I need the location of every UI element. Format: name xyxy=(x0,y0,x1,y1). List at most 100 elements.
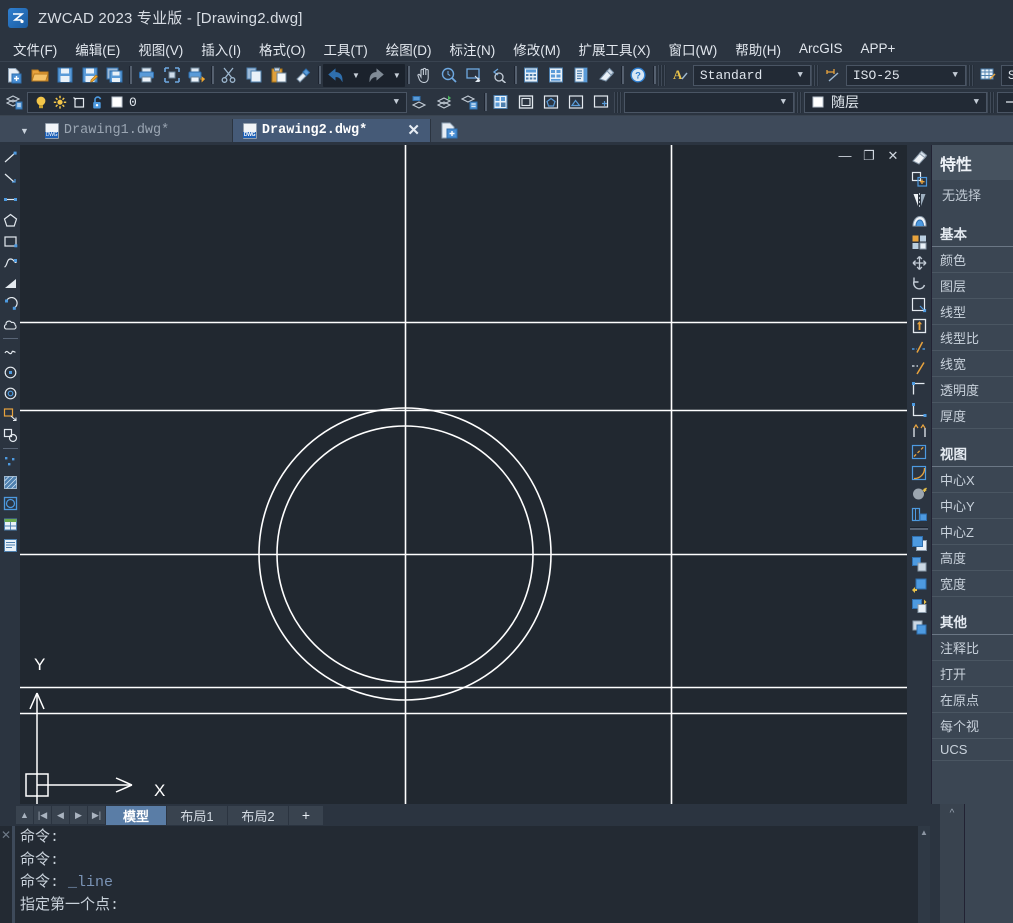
bring-above-object-icon[interactable] xyxy=(908,574,930,595)
menu-tools[interactable]: 工具(T) xyxy=(315,36,377,62)
layer-match-icon[interactable] xyxy=(457,91,482,114)
dim-style-icon[interactable] xyxy=(821,64,846,87)
explode-icon[interactable] xyxy=(908,483,930,504)
send-below-object-icon[interactable] xyxy=(908,595,930,616)
scale-icon[interactable] xyxy=(908,294,930,315)
linetype-combo[interactable] xyxy=(997,91,1013,113)
viewport-minimize-button[interactable]: — xyxy=(837,148,853,164)
layer-on-icon[interactable] xyxy=(34,95,48,110)
property-row-at-origin[interactable]: 在原点 xyxy=(932,687,1013,713)
extend-icon[interactable] xyxy=(908,357,930,378)
chevron-down-icon[interactable]: ▼ xyxy=(947,70,962,80)
property-row-layer[interactable]: 图层 xyxy=(932,273,1013,299)
save-all-icon[interactable] xyxy=(102,64,127,87)
scroll-up-icon[interactable]: ▲ xyxy=(920,828,928,837)
new-document-tab-button[interactable] xyxy=(437,120,461,141)
property-row-width[interactable]: 宽度 xyxy=(932,571,1013,597)
circle-icon[interactable] xyxy=(1,362,20,383)
property-row-center-y[interactable]: 中心Y xyxy=(932,493,1013,519)
layout-tab-model[interactable]: 模型 xyxy=(106,805,166,825)
point-icon[interactable] xyxy=(1,451,20,472)
mtext-icon[interactable] xyxy=(1,535,20,556)
property-row-lineweight[interactable]: 线宽 xyxy=(932,351,1013,377)
menu-app-plus[interactable]: APP+ xyxy=(852,38,905,59)
layer-properties-icon[interactable] xyxy=(2,91,27,114)
menu-edit[interactable]: 编辑(E) xyxy=(66,36,129,62)
layout-collapse-button[interactable]: ▲ xyxy=(16,806,33,824)
tool-palette-icon[interactable] xyxy=(569,64,594,87)
save-icon[interactable] xyxy=(52,64,77,87)
menu-insert[interactable]: 插入(I) xyxy=(192,36,250,62)
menu-arcgis[interactable]: ArcGIS xyxy=(790,38,852,59)
property-row-thickness[interactable]: 厚度 xyxy=(932,403,1013,429)
chevron-down-icon[interactable]: ▼ xyxy=(776,97,791,107)
print-preview-icon[interactable] xyxy=(159,64,184,87)
property-row-linetype[interactable]: 线型 xyxy=(932,299,1013,325)
property-row-ucs-name[interactable]: UCS xyxy=(932,739,1013,761)
property-row-linetype-scale[interactable]: 线型比 xyxy=(932,325,1013,351)
break-icon[interactable] xyxy=(908,378,930,399)
open-folder-icon[interactable] xyxy=(27,64,52,87)
point-circle-icon[interactable] xyxy=(1,425,20,446)
property-row-per-viewport[interactable]: 每个视 xyxy=(932,713,1013,739)
close-icon[interactable]: ✕ xyxy=(395,121,420,140)
spline-icon[interactable] xyxy=(1,252,20,273)
layout-tab-layout2[interactable]: 布局2 xyxy=(228,805,288,825)
text-style-icon[interactable]: A xyxy=(668,64,693,87)
zoom-realtime-icon[interactable] xyxy=(437,64,462,87)
property-row-height[interactable]: 高度 xyxy=(932,545,1013,571)
layer-make-current-icon[interactable] xyxy=(432,91,457,114)
layout-next-button[interactable]: ▶ xyxy=(70,806,87,824)
viewport-polygonal-icon[interactable] xyxy=(539,91,564,114)
property-row-transparency[interactable]: 透明度 xyxy=(932,377,1013,403)
doc-tab-drawing2[interactable]: Drawing2.dwg* ✕ xyxy=(232,119,431,142)
add-layout-button[interactable]: + xyxy=(289,805,323,825)
menu-draw[interactable]: 绘图(D) xyxy=(377,36,441,62)
viewport-object-icon[interactable] xyxy=(564,91,589,114)
eraser-tool-icon[interactable] xyxy=(594,64,619,87)
table-style-combo[interactable]: Stan xyxy=(1000,64,1013,86)
pan-icon[interactable] xyxy=(412,64,437,87)
rectangle-icon[interactable] xyxy=(1,231,20,252)
layer-states-icon[interactable] xyxy=(489,91,514,114)
layer-freeze-icon[interactable] xyxy=(53,95,67,110)
mirror-icon[interactable] xyxy=(908,189,930,210)
menu-dimension[interactable]: 标注(N) xyxy=(441,36,505,62)
menu-express-tools[interactable]: 扩展工具(X) xyxy=(570,36,660,62)
rotate-icon[interactable] xyxy=(908,273,930,294)
revcloud-icon[interactable] xyxy=(1,341,20,362)
erase-icon[interactable] xyxy=(908,147,930,168)
layout-first-button[interactable]: |◀ xyxy=(34,806,51,824)
offset-icon[interactable] xyxy=(908,210,930,231)
undo-dropdown-caret-icon[interactable]: ▼ xyxy=(348,71,364,80)
match-properties-icon[interactable] xyxy=(291,64,316,87)
ray-icon[interactable] xyxy=(1,168,20,189)
property-row-ucs-on[interactable]: 打开 xyxy=(932,661,1013,687)
design-center-icon[interactable] xyxy=(544,64,569,87)
move-icon[interactable] xyxy=(908,252,930,273)
arc-icon[interactable] xyxy=(1,294,20,315)
donut-icon[interactable] xyxy=(1,383,20,404)
copy-icon[interactable] xyxy=(241,64,266,87)
layout-prev-button[interactable]: ◀ xyxy=(52,806,69,824)
text-style-combo[interactable]: Standard ▼ xyxy=(692,64,811,86)
block-edit-icon[interactable] xyxy=(908,504,930,525)
doctabs-menu-caret-icon[interactable]: ▼ xyxy=(18,126,35,142)
property-row-annotation-scale[interactable]: 注释比 xyxy=(932,635,1013,661)
menu-file[interactable]: 文件(F) xyxy=(4,36,66,62)
redo-dropdown-caret-icon[interactable]: ▼ xyxy=(389,71,405,80)
zoom-window-icon[interactable] xyxy=(462,64,487,87)
construction-line-icon[interactable] xyxy=(1,189,20,210)
menu-window[interactable]: 窗口(W) xyxy=(660,36,727,62)
calculator-icon[interactable] xyxy=(519,64,544,87)
menu-help[interactable]: 帮助(H) xyxy=(726,36,790,62)
command-line-scrollbar[interactable]: ▲ xyxy=(918,826,930,923)
bring-to-front-icon[interactable] xyxy=(908,532,930,553)
layer-newvp-icon[interactable] xyxy=(72,95,86,110)
panel-collapse-button[interactable]: ^ xyxy=(940,804,964,923)
break-at-point-icon[interactable] xyxy=(908,399,930,420)
command-history[interactable]: 命令: 命令: 命令: _line 指定第一个点: xyxy=(15,826,918,923)
cut-icon[interactable] xyxy=(216,64,241,87)
chevron-down-icon[interactable]: ▼ xyxy=(389,97,404,107)
paste-icon[interactable] xyxy=(266,64,291,87)
